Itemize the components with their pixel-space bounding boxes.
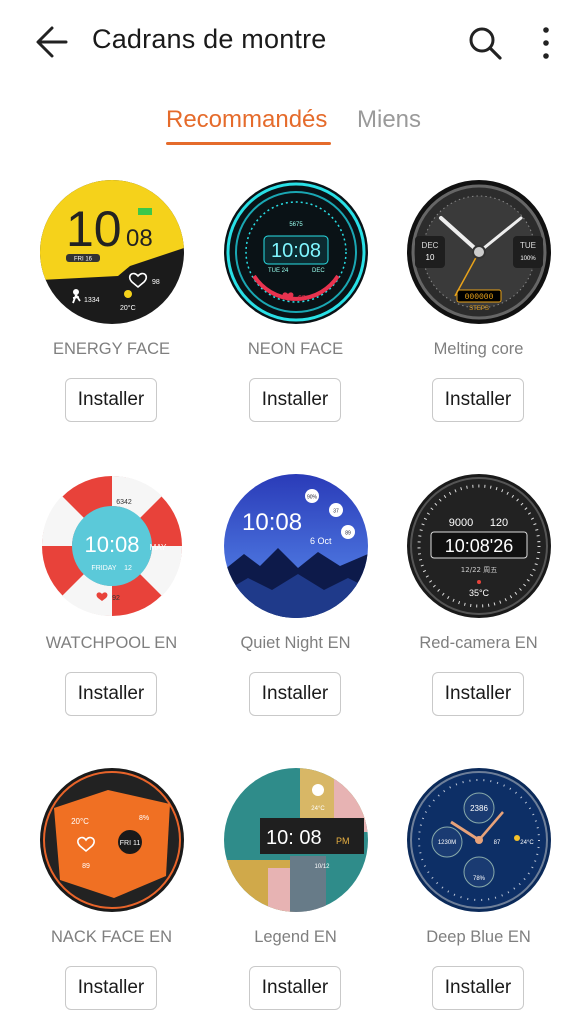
- neon-date: TUE 24: [268, 268, 289, 274]
- deep-blue-temp: 24°C: [520, 840, 534, 846]
- energy-hour: 10: [66, 201, 122, 257]
- app-bar: Cadrans de montre: [0, 0, 579, 84]
- page-title: Cadrans de montre: [92, 24, 327, 54]
- watch-face-card: 2386 1230M 78% 87 24°C Deep Blue EN Inst…: [387, 768, 570, 1018]
- watch-face-card: DEC 10 TUE 100% 000000 STEPS Melting cor…: [387, 180, 570, 430]
- melting-steps-label: STEPS: [469, 306, 489, 312]
- energy-heart-rate: 98: [152, 279, 160, 286]
- melting-weekday: TUE: [520, 241, 536, 250]
- watch-face-name: Quiet Night EN: [240, 634, 351, 652]
- active-tab-indicator: [166, 142, 331, 145]
- watch-face-preview-nack[interactable]: FRI 11 20°C 89 8%: [40, 768, 184, 912]
- watchpool-day: 12: [124, 565, 132, 572]
- red-camera-date: 12/22 周五: [461, 566, 497, 574]
- quiet-night-c1: 37: [333, 509, 339, 515]
- watch-face-name: Legend EN: [254, 928, 337, 946]
- nack-date: FRI 11: [120, 840, 141, 847]
- watch-face-name: ENERGY FACE: [52, 340, 171, 358]
- watch-face-preview-deep-blue[interactable]: 2386 1230M 78% 87 24°C: [407, 768, 551, 912]
- watch-face-preview-melting-core[interactable]: DEC 10 TUE 100% 000000 STEPS: [407, 180, 551, 324]
- watch-face-name: NEON FACE: [247, 340, 344, 358]
- deep-blue-battery: 78%: [473, 876, 486, 882]
- deep-blue-distance: 1230M: [438, 840, 456, 846]
- watch-face-preview-watchpool[interactable]: 10:08 MAY FRIDAY 12 6342 92: [40, 474, 184, 618]
- watchpool-month: MAY: [150, 543, 167, 552]
- watchpool-steps: 6342: [116, 499, 132, 506]
- install-button[interactable]: Installer: [249, 966, 341, 1010]
- quiet-night-battery: 90%: [307, 495, 318, 501]
- watch-face-preview-energy[interactable]: FRI 16 10 08 98 1334 20°C: [40, 180, 184, 324]
- nack-temp: 20°C: [71, 817, 89, 826]
- back-button[interactable]: [32, 22, 72, 62]
- watch-face-preview-legend[interactable]: 10: 08 PM 24°C 10/12: [224, 768, 368, 912]
- watch-face-preview-quiet-night[interactable]: 10:08 6 Oct 90% 37 89: [224, 474, 368, 618]
- energy-date: FRI 16: [74, 257, 93, 263]
- red-camera-heart: 120: [490, 517, 508, 529]
- red-camera-steps: 9000: [449, 517, 473, 529]
- melting-month: DEC: [422, 241, 439, 250]
- more-vertical-icon: [543, 27, 549, 59]
- legend-date: 10/12: [314, 864, 330, 870]
- neon-time: 10:08: [271, 240, 321, 262]
- install-button[interactable]: Installer: [65, 966, 157, 1010]
- install-button[interactable]: Installer: [432, 966, 524, 1010]
- watch-face-preview-red-camera[interactable]: 9000 120 10:08'26 12/22 周五 35°C: [407, 474, 551, 618]
- melting-battery: 100%: [520, 256, 536, 262]
- install-button[interactable]: Installer: [65, 672, 157, 716]
- deep-blue-heart: 87: [494, 840, 501, 846]
- legend-time: 10: 08: [266, 827, 322, 849]
- watch-face-card: 10: 08 PM 24°C 10/12 Legend EN Installer: [204, 768, 387, 1018]
- legend-temp: 24°C: [311, 806, 325, 812]
- install-button[interactable]: Installer: [249, 378, 341, 422]
- watch-face-card: FRI 11 20°C 89 8% NACK FACE EN Installer: [20, 768, 203, 1018]
- nack-bpm: 89: [82, 863, 90, 870]
- watch-face-name: NACK FACE EN: [50, 928, 173, 946]
- neon-month: DEC: [312, 268, 325, 274]
- install-button[interactable]: Installer: [432, 378, 524, 422]
- install-button[interactable]: Installer: [249, 672, 341, 716]
- watch-face-card: 10:08 MAY FRIDAY 12 6342 92 WATCHPOOL EN…: [20, 474, 203, 724]
- watch-face-card: 9000 120 10:08'26 12/22 周五 35°C Red-came…: [387, 474, 570, 724]
- quiet-night-time: 10:08: [242, 509, 302, 536]
- red-camera-time: 10:08'26: [445, 536, 514, 556]
- energy-minute: 08: [126, 225, 153, 252]
- neon-bpm: 68: [298, 295, 306, 302]
- deep-blue-steps: 2386: [470, 804, 488, 813]
- watchpool-heart: 92: [112, 595, 120, 602]
- energy-temp: 20°C: [120, 304, 136, 312]
- neon-top: 5675: [289, 222, 303, 228]
- melting-day: 10: [426, 253, 435, 262]
- legend-ampm: PM: [336, 836, 350, 846]
- tab-bar: Recommandés Miens: [0, 100, 579, 150]
- search-button[interactable]: [466, 24, 504, 62]
- quiet-night-date: 6 Oct: [310, 536, 332, 546]
- arrow-left-icon: [36, 26, 68, 58]
- watchpool-weekday: FRIDAY: [91, 565, 116, 572]
- melting-steps-value: 000000: [465, 293, 494, 302]
- red-camera-temp: 35°C: [469, 588, 490, 598]
- tab-recommended[interactable]: Recommandés: [166, 106, 327, 134]
- quiet-night-c2: 89: [345, 531, 351, 537]
- watch-face-name: WATCHPOOL EN: [45, 634, 178, 652]
- watch-face-name: Deep Blue EN: [426, 928, 531, 946]
- watch-face-name: Red-camera EN: [419, 634, 538, 652]
- watchpool-time: 10:08: [84, 532, 139, 557]
- nack-steps: 8%: [139, 815, 149, 822]
- search-icon: [469, 27, 502, 60]
- watch-face-card: 10:08 6 Oct 90% 37 89 Quiet Night EN Ins…: [204, 474, 387, 724]
- more-options-button[interactable]: [531, 24, 561, 62]
- watch-face-card: 5675 10:08 TUE 24 DEC 68 NEON FACE Insta…: [204, 180, 387, 430]
- tab-mine[interactable]: Miens: [357, 106, 421, 134]
- energy-steps: 1334: [84, 297, 100, 304]
- install-button[interactable]: Installer: [432, 672, 524, 716]
- install-button[interactable]: Installer: [65, 378, 157, 422]
- watch-face-card: FRI 16 10 08 98 1334 20°C ENERGY FACE In…: [20, 180, 203, 430]
- watch-face-name: Melting core: [433, 340, 524, 358]
- watch-face-preview-neon[interactable]: 5675 10:08 TUE 24 DEC 68: [224, 180, 368, 324]
